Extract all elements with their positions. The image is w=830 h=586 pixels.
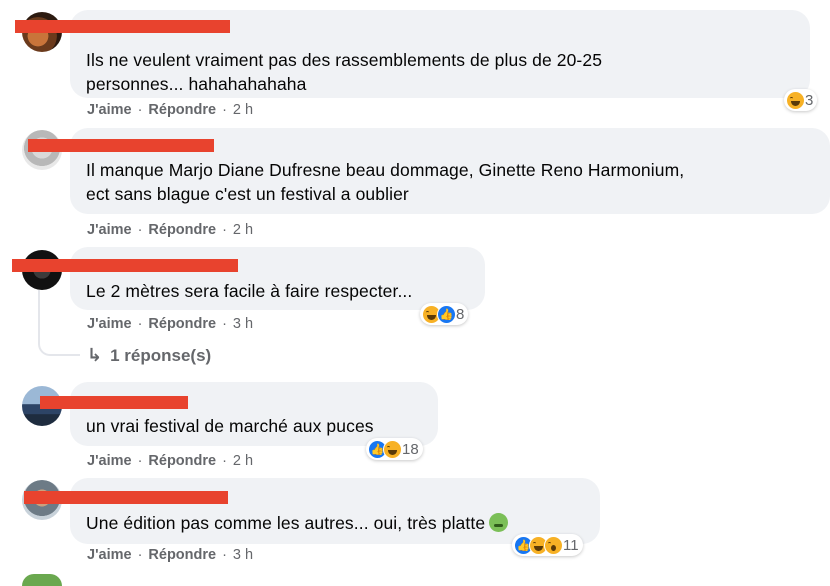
comment-actions: J'aime · Répondre · 2 h (87, 453, 253, 469)
timestamp[interactable]: 3 h (233, 316, 253, 332)
like-link[interactable]: J'aime (87, 316, 132, 332)
redacted-author-name (15, 20, 230, 33)
reaction-count: 8 (456, 305, 465, 323)
comment-text-line: Une édition pas comme les autres... oui,… (86, 511, 588, 535)
reply-link[interactable]: Répondre (148, 547, 216, 563)
haha-icon (383, 439, 402, 459)
redacted-author-name (12, 259, 238, 272)
timestamp[interactable]: 2 h (233, 453, 253, 469)
like-icon: 👍 (437, 304, 456, 324)
reply-link[interactable]: Répondre (148, 102, 216, 118)
separator: · (137, 316, 143, 332)
separator: · (222, 547, 227, 563)
reaction-count: 11 (563, 536, 579, 554)
haha-icon (786, 90, 805, 110)
like-link[interactable]: J'aime (87, 453, 132, 469)
comment-text-line: personnes... hahahahahaha (86, 74, 307, 94)
comment-text-line: Ils ne veulent vraiment pas des rassembl… (86, 50, 603, 70)
comment-actions: J'aime · Répondre · 3 h (87, 547, 253, 563)
timestamp[interactable]: 2 h (233, 102, 253, 118)
separator: · (222, 222, 227, 238)
reply-link[interactable]: Répondre (148, 453, 216, 469)
like-link[interactable]: J'aime (87, 102, 132, 118)
redacted-author-name (40, 396, 188, 409)
timestamp[interactable]: 3 h (233, 547, 253, 563)
comment-text-line: un vrai festival de marché aux puces (86, 416, 374, 436)
timestamp[interactable]: 2 h (233, 222, 253, 238)
comment-bubble: un vrai festival de marché aux puces (70, 382, 438, 446)
separator: · (222, 316, 227, 332)
reply-link[interactable]: Répondre (148, 222, 216, 238)
reaction-summary[interactable]: 👍 18 (366, 438, 423, 460)
separator: · (137, 102, 143, 118)
separator: · (137, 222, 143, 238)
view-replies-link[interactable]: ↳ 1 réponse(s) (87, 345, 211, 366)
separator: · (222, 453, 227, 469)
redacted-author-name (28, 139, 214, 152)
comment-text-line: Il manque Marjo Diane Dufresne beau domm… (86, 160, 685, 180)
comment-actions: J'aime · Répondre · 2 h (87, 222, 253, 238)
comment-text: Une édition pas comme les autres... oui,… (86, 513, 486, 533)
reaction-count: 3 (805, 91, 814, 109)
comment-actions: J'aime · Répondre · 2 h (87, 102, 253, 118)
comment-text-line: ect sans blague c'est un festival a oubl… (86, 184, 409, 204)
reply-arrow-icon: ↳ (87, 345, 103, 365)
separator: · (137, 547, 143, 563)
reply-link[interactable]: Répondre (148, 316, 216, 332)
like-link[interactable]: J'aime (87, 222, 132, 238)
reaction-summary[interactable]: 👍 11 (512, 534, 583, 556)
like-link[interactable]: J'aime (87, 547, 132, 563)
separator: · (137, 453, 143, 469)
comment-text-line: Le 2 mètres sera facile à faire respecte… (86, 281, 413, 301)
reaction-summary[interactable]: 👍 8 (420, 303, 469, 325)
reaction-count: 18 (402, 440, 419, 458)
nauseated-face-icon (489, 513, 509, 532)
reaction-summary[interactable]: 3 (784, 89, 818, 111)
comment-actions: J'aime · Répondre · 3 h (87, 316, 253, 332)
redacted-author-name (24, 491, 228, 504)
wow-icon (544, 535, 563, 555)
separator: · (222, 102, 227, 118)
replies-count-label: 1 réponse(s) (110, 345, 212, 365)
comment-bubble: Le 2 mètres sera facile à faire respecte… (70, 247, 485, 310)
avatar[interactable] (22, 574, 62, 586)
